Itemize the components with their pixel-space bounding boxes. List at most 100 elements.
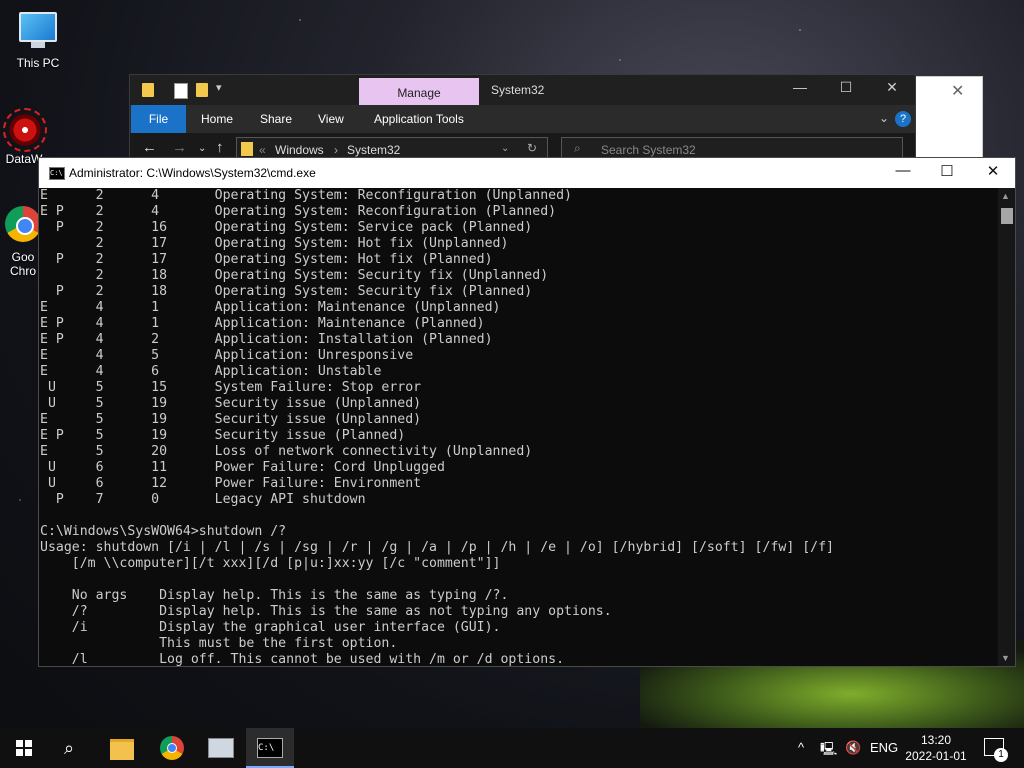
close-icon[interactable]: ✕ <box>872 79 912 96</box>
clock[interactable]: 13:20 2022-01-01 <box>900 732 972 764</box>
taskbar-cmd[interactable]: C:\ <box>246 728 294 768</box>
search-button[interactable]: ⌕ <box>48 728 96 768</box>
start-button[interactable] <box>0 728 48 768</box>
breadcrumb-separator-icon[interactable]: › <box>334 143 338 157</box>
console-line: 2 17 Operating System: Hot fix (Unplanne… <box>40 236 509 251</box>
new-folder-icon[interactable] <box>196 83 208 97</box>
taskbar-file-explorer[interactable] <box>98 728 146 768</box>
ribbon-tabs: File Home Share View Application Tools ⌄… <box>130 105 915 133</box>
console-line: /i Display the graphical user interface … <box>40 620 501 635</box>
language-indicator[interactable]: ENG <box>870 740 898 755</box>
datawarehouse-icon <box>3 108 47 152</box>
properties-icon[interactable] <box>174 83 188 99</box>
console-line: U 6 11 Power Failure: Cord Unplugged <box>40 460 445 475</box>
console-line: U 5 15 System Failure: Stop error <box>40 380 422 395</box>
console-line: E 5 19 Security issue (Unplanned) <box>40 412 422 427</box>
console-line: E P 5 19 Security issue (Planned) <box>40 428 406 443</box>
tab-file[interactable]: File <box>131 105 186 133</box>
console-output[interactable]: E 2 4 Operating System: Reconfiguration … <box>39 188 998 666</box>
help-icon[interactable]: ? <box>895 111 911 127</box>
console-line: E 4 6 Application: Unstable <box>40 364 382 379</box>
console-line: P 2 18 Operating System: Security fix (P… <box>40 284 533 299</box>
desktop-icon-label: DataW <box>5 152 43 166</box>
scroll-up-icon[interactable]: ▲ <box>1001 191 1010 201</box>
cmd-title: Administrator: C:\Windows\System32\cmd.e… <box>69 166 316 180</box>
taskbar-chrome[interactable] <box>148 728 196 768</box>
console-line: E 5 20 Loss of network connectivity (Unp… <box>40 444 533 459</box>
console-line: E P 4 1 Application: Maintenance (Planne… <box>40 316 485 331</box>
tab-view[interactable]: View <box>318 105 344 133</box>
minimize-icon[interactable]: — <box>780 79 820 95</box>
folder-icon <box>110 739 134 760</box>
tab-manage[interactable]: Manage <box>359 78 479 105</box>
chrome-icon <box>160 736 184 760</box>
refresh-icon[interactable]: ↻ <box>527 141 537 155</box>
search-icon: ⌕ <box>574 141 581 155</box>
console-line: U 6 12 Power Failure: Environment <box>40 476 422 491</box>
search-icon: ⌕ <box>64 738 75 758</box>
minimize-icon[interactable]: — <box>880 162 926 179</box>
network-icon[interactable]: 🖳 <box>820 740 837 762</box>
taskbar-network-app[interactable] <box>196 728 244 768</box>
console-line: This must be the first option. <box>40 636 398 651</box>
breadcrumb-overflow-icon[interactable]: « <box>259 143 266 157</box>
console-line: P 2 17 Operating System: Hot fix (Planne… <box>40 252 493 267</box>
scroll-down-icon[interactable]: ▼ <box>1001 653 1010 663</box>
close-icon[interactable]: ✕ <box>970 162 1016 180</box>
console-line: E P 4 2 Application: Installation (Plann… <box>40 332 493 347</box>
scrollbar-thumb[interactable] <box>1001 208 1013 224</box>
tab-home[interactable]: Home <box>201 105 233 133</box>
recent-locations-icon[interactable]: ⌄ <box>198 143 206 154</box>
folder-icon <box>241 142 253 156</box>
search-placeholder: Search System32 <box>601 143 696 157</box>
expand-ribbon-icon[interactable]: ⌄ <box>879 111 889 125</box>
desktop-icon-label: Goo Chro <box>9 250 36 278</box>
console-line: U 5 19 Security issue (Unplanned) <box>40 396 422 411</box>
console-line: /l Log off. This cannot be used with /m … <box>40 652 565 666</box>
tab-share[interactable]: Share <box>260 105 292 133</box>
notification-badge: 1 <box>994 748 1008 762</box>
console-line: E 4 5 Application: Unresponsive <box>40 348 414 363</box>
address-dropdown-icon[interactable]: ⌄ <box>501 143 509 154</box>
this-pc-icon <box>17 12 59 54</box>
volume-muted-icon[interactable]: 🔇 <box>845 740 861 756</box>
console-line: P 7 0 Legacy API shutdown <box>40 492 366 507</box>
taskbar: ⌕ C:\ ^ 🖳 🔇 ENG 13:20 2022-01-01 1 <box>0 728 1024 768</box>
customize-toolbar-icon[interactable]: ▾ <box>216 81 222 94</box>
background-window[interactable]: ✕ <box>914 76 983 168</box>
cmd-app-icon[interactable]: C:\ <box>49 167 65 180</box>
console-line: P 2 16 Operating System: Service pack (P… <box>40 220 533 235</box>
desktop-icon-this-pc[interactable]: This PC <box>0 8 76 70</box>
explorer-title: System32 <box>491 83 545 97</box>
cmd-window[interactable]: C:\ Administrator: C:\Windows\System32\c… <box>38 157 1016 667</box>
windows-logo-icon <box>16 740 32 756</box>
console-line: No args Display help. This is the same a… <box>40 588 509 603</box>
explorer-titlebar[interactable]: ▾ Manage System32 — ☐ ✕ <box>130 75 915 105</box>
folder-icon <box>142 83 154 97</box>
cmd-titlebar[interactable]: C:\ Administrator: C:\Windows\System32\c… <box>39 158 1015 188</box>
up-icon[interactable]: ↑ <box>216 139 224 156</box>
back-icon[interactable]: ← <box>142 139 157 156</box>
console-line: Usage: shutdown [/i | /l | /s | /sg | /r… <box>40 540 834 555</box>
show-hidden-icons-icon[interactable]: ^ <box>798 740 804 755</box>
console-line: E 2 4 Operating System: Reconfiguration … <box>40 188 572 203</box>
breadcrumb-system32[interactable]: System32 <box>347 143 400 157</box>
scrollbar[interactable]: ▲ ▼ <box>998 188 1015 666</box>
console-line: 2 18 Operating System: Security fix (Unp… <box>40 268 549 283</box>
console-line: [/m \\computer][/t xxx][/d [p|u:]xx:yy [… <box>40 556 501 571</box>
breadcrumb-windows[interactable]: Windows <box>275 143 324 157</box>
tab-application-tools[interactable]: Application Tools <box>374 105 464 133</box>
forward-icon[interactable]: → <box>172 139 187 156</box>
close-icon[interactable]: ✕ <box>951 81 964 101</box>
network-computers-icon <box>208 738 234 758</box>
clock-date: 2022-01-01 <box>905 749 967 763</box>
file-explorer-window[interactable]: ▾ Manage System32 — ☐ ✕ File Home Share … <box>129 74 916 166</box>
clock-time: 13:20 <box>920 733 952 747</box>
maximize-icon[interactable]: ☐ <box>924 162 970 180</box>
maximize-icon[interactable]: ☐ <box>826 79 866 96</box>
desktop-icon-label: This PC <box>16 56 60 70</box>
console-line: E P 2 4 Operating System: Reconfiguratio… <box>40 204 557 219</box>
cmd-icon: C:\ <box>257 738 283 758</box>
